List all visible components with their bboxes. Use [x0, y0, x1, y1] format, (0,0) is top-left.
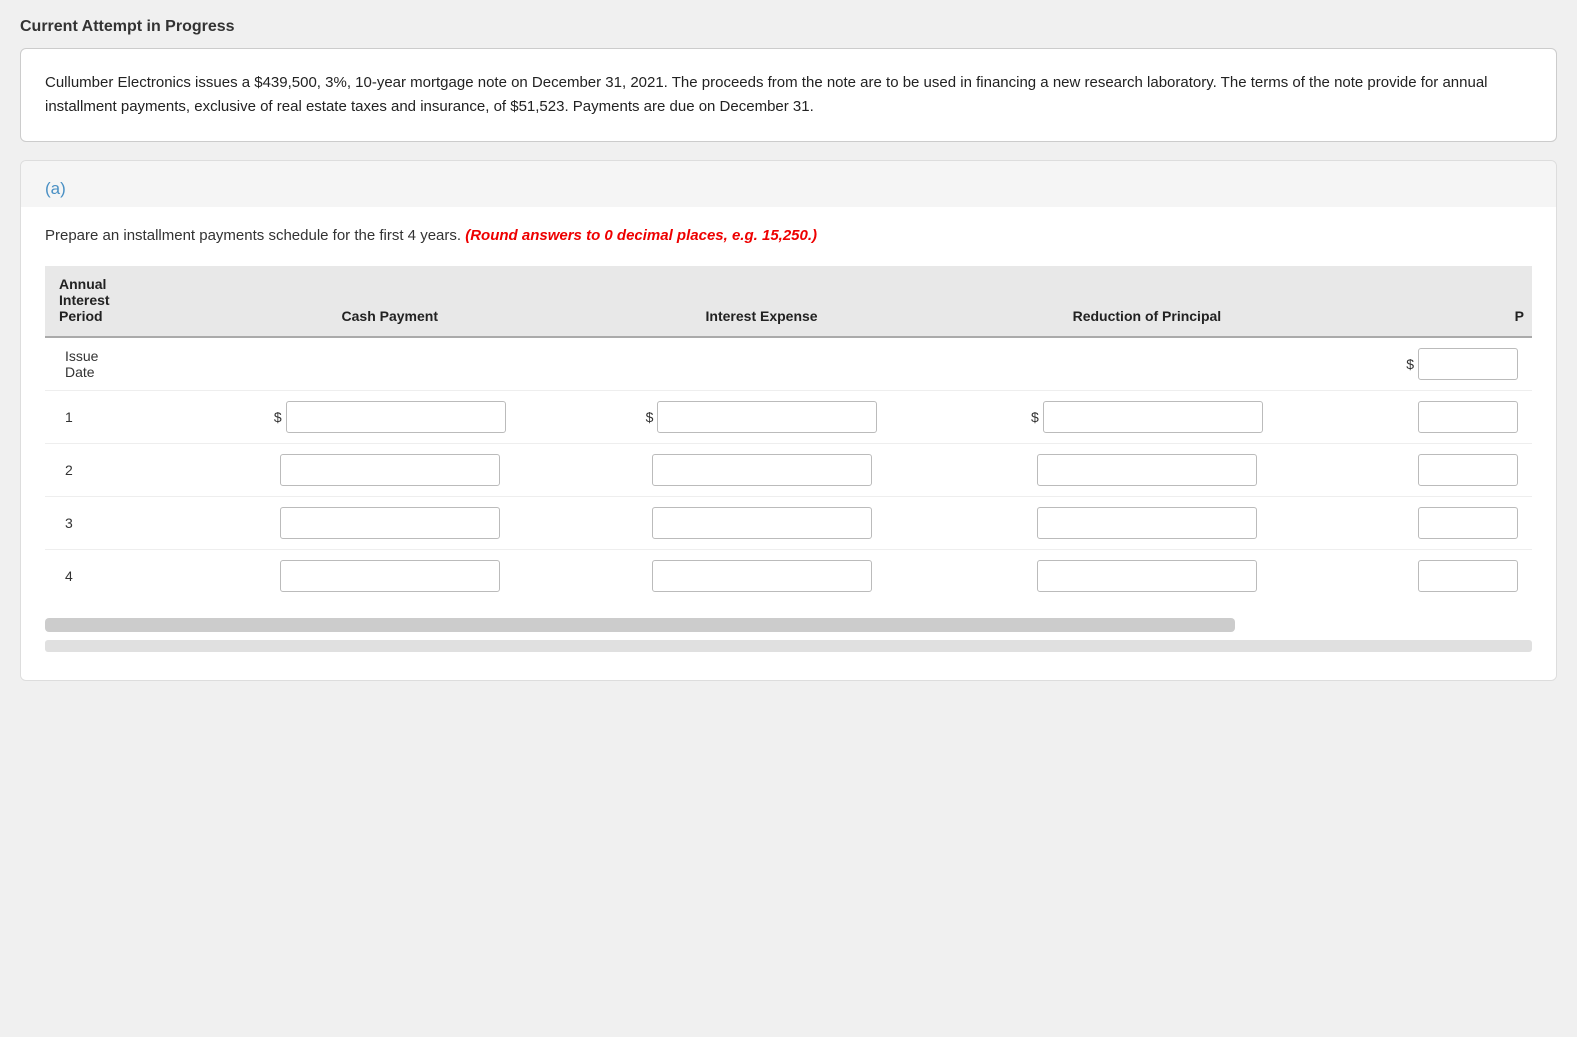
table-row-4: 4	[45, 549, 1532, 602]
cell-principal-issue: $	[1343, 337, 1532, 391]
col-header-reduction: Reduction of Principal	[951, 266, 1343, 337]
cell-reduction-1: $	[951, 390, 1343, 443]
input-reduction-4[interactable]	[1037, 560, 1257, 592]
section-a-content: Prepare an installment payments schedule…	[21, 207, 1556, 680]
cell-interest-1: $	[572, 390, 951, 443]
input-principal-2[interactable]	[1418, 454, 1518, 486]
input-reduction-3[interactable]	[1037, 507, 1257, 539]
col-header-interest: Interest Expense	[572, 266, 951, 337]
dollar-sign-interest-1: $	[646, 409, 654, 425]
cell-cash-1: $	[207, 390, 572, 443]
input-principal-issue[interactable]	[1418, 348, 1518, 380]
col-header-period: AnnualInterestPeriod	[45, 266, 207, 337]
bottom-decoration	[45, 640, 1532, 652]
input-principal-1[interactable]	[1418, 401, 1518, 433]
instructions-plain: Prepare an installment payments schedule…	[45, 227, 461, 244]
page-wrapper: Current Attempt in Progress Cullumber El…	[0, 0, 1577, 721]
cell-period-4: 4	[45, 549, 207, 602]
section-a-label: (a)	[21, 161, 1556, 207]
input-cash-3[interactable]	[280, 507, 500, 539]
schedule-table-wrapper: AnnualInterestPeriod Cash Payment Intere…	[45, 266, 1532, 602]
cell-cash-4	[207, 549, 572, 602]
cell-period-2: 2	[45, 443, 207, 496]
cell-interest-issue	[572, 337, 951, 391]
table-row-issue: IssueDate $	[45, 337, 1532, 391]
dollar-sign-reduction-1: $	[1031, 409, 1039, 425]
section-a-box: (a) Prepare an installment payments sche…	[20, 160, 1557, 681]
cell-reduction-3	[951, 496, 1343, 549]
cell-cash-issue	[207, 337, 572, 391]
input-reduction-2[interactable]	[1037, 454, 1257, 486]
cell-interest-2	[572, 443, 951, 496]
input-interest-1[interactable]	[657, 401, 877, 433]
cell-period-3: 3	[45, 496, 207, 549]
table-row-3: 3	[45, 496, 1532, 549]
input-cash-1[interactable]	[286, 401, 506, 433]
table-row-2: 2	[45, 443, 1532, 496]
input-interest-3[interactable]	[652, 507, 872, 539]
cell-principal-2	[1343, 443, 1532, 496]
cell-reduction-issue	[951, 337, 1343, 391]
cell-principal-3	[1343, 496, 1532, 549]
cell-reduction-4	[951, 549, 1343, 602]
col-header-cash: Cash Payment	[207, 266, 572, 337]
input-cash-4[interactable]	[280, 560, 500, 592]
input-interest-2[interactable]	[652, 454, 872, 486]
cell-interest-4	[572, 549, 951, 602]
cell-cash-2	[207, 443, 572, 496]
input-principal-3[interactable]	[1418, 507, 1518, 539]
dollar-sign-cash-1: $	[274, 409, 282, 425]
page-title: Current Attempt in Progress	[20, 10, 1557, 48]
cell-cash-3	[207, 496, 572, 549]
schedule-table: AnnualInterestPeriod Cash Payment Intere…	[45, 266, 1532, 602]
input-reduction-1[interactable]	[1043, 401, 1263, 433]
instructions-highlight: (Round answers to 0 decimal places, e.g.…	[465, 227, 817, 244]
input-principal-4[interactable]	[1418, 560, 1518, 592]
instructions: Prepare an installment payments schedule…	[45, 225, 1532, 248]
table-row-1: 1 $ $	[45, 390, 1532, 443]
dollar-sign-principal-issue: $	[1406, 356, 1414, 372]
col-header-principal: P	[1343, 266, 1532, 337]
cell-period-1: 1	[45, 390, 207, 443]
problem-box: Cullumber Electronics issues a $439,500,…	[20, 48, 1557, 142]
cell-principal-4	[1343, 549, 1532, 602]
cell-period-issue: IssueDate	[45, 337, 207, 391]
cell-interest-3	[572, 496, 951, 549]
problem-text: Cullumber Electronics issues a $439,500,…	[45, 74, 1488, 115]
horizontal-scrollbar[interactable]	[45, 618, 1235, 632]
cell-reduction-2	[951, 443, 1343, 496]
input-interest-4[interactable]	[652, 560, 872, 592]
input-cash-2[interactable]	[280, 454, 500, 486]
cell-principal-1	[1343, 390, 1532, 443]
